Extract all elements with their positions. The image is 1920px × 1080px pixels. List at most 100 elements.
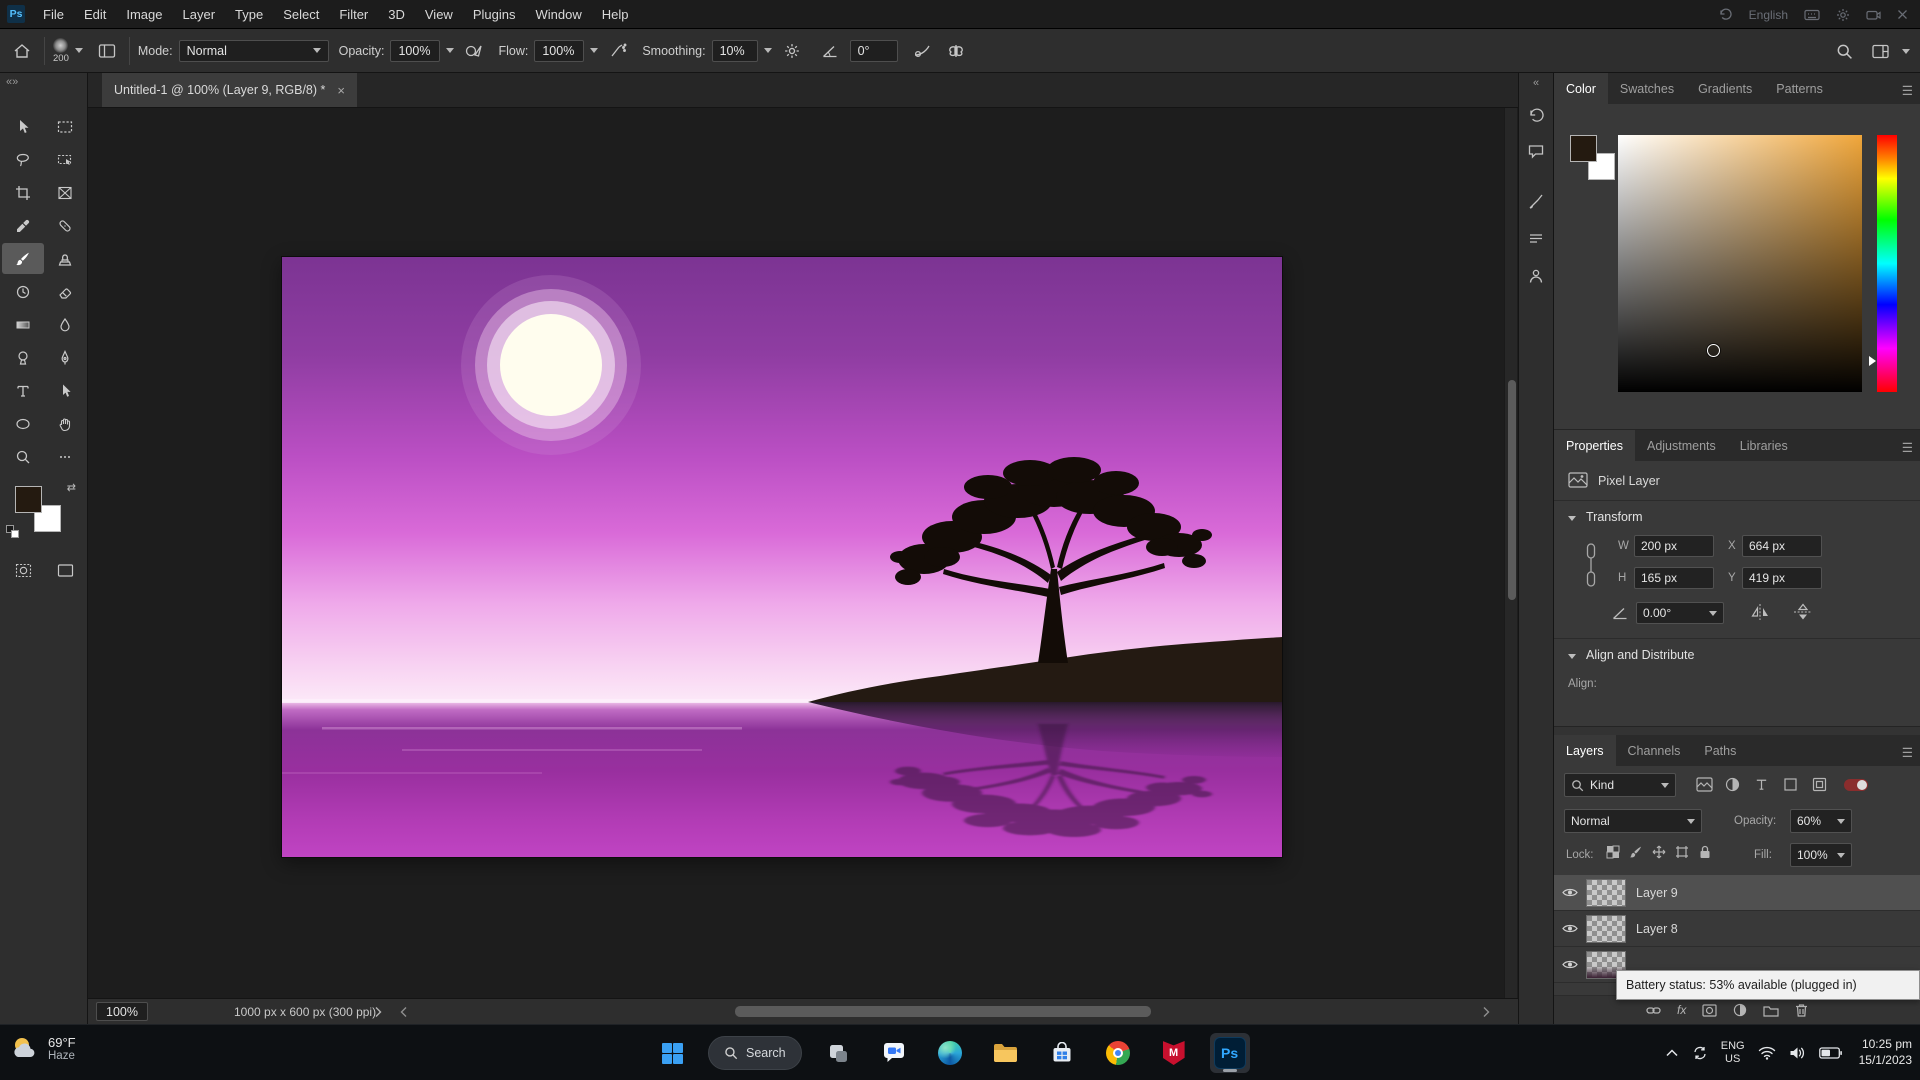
tool-lasso[interactable] — [2, 144, 44, 175]
tool-more-options[interactable] — [44, 441, 86, 472]
brush-panel-icon[interactable] — [1523, 225, 1550, 252]
tab-swatches[interactable]: Swatches — [1608, 73, 1686, 104]
zoom-level-input[interactable]: 100% — [96, 1002, 148, 1021]
tool-dodge[interactable] — [2, 342, 44, 373]
lock-image-pixels-icon[interactable] — [1629, 845, 1643, 859]
x-input[interactable]: 664 px — [1742, 535, 1822, 557]
layer-filter-kind-select[interactable]: Kind — [1564, 773, 1676, 797]
tab-paths[interactable]: Paths — [1692, 735, 1748, 766]
scroll-left-icon[interactable] — [400, 1006, 408, 1018]
layer-name[interactable]: Layer 8 — [1636, 922, 1678, 936]
visibility-eye-icon[interactable] — [1562, 959, 1578, 970]
y-input[interactable]: 419 px — [1742, 567, 1822, 589]
tool-shape[interactable] — [2, 408, 44, 439]
camera-icon[interactable] — [1866, 9, 1881, 21]
canvas-area[interactable] — [88, 108, 1518, 998]
chevron-down-icon[interactable] — [1902, 49, 1910, 54]
opacity-input[interactable]: 100% — [390, 40, 440, 62]
tool-history-brush[interactable] — [2, 276, 44, 307]
history-panel-icon[interactable] — [1523, 100, 1550, 127]
filter-smart-objects-icon[interactable] — [1812, 777, 1827, 792]
sync-update-icon[interactable] — [1692, 1045, 1708, 1061]
visibility-eye-icon[interactable] — [1562, 887, 1578, 898]
volume-icon[interactable] — [1789, 1046, 1806, 1060]
smoothing-options-gear-icon[interactable] — [778, 37, 806, 65]
panel-menu-icon[interactable]: ☰ — [1902, 83, 1913, 98]
width-input[interactable]: 200 px — [1634, 535, 1714, 557]
quick-mask-mode-button[interactable] — [2, 555, 44, 586]
chevron-down-icon[interactable] — [446, 48, 454, 53]
lock-all-icon[interactable] — [1698, 845, 1712, 859]
file-explorer-button[interactable] — [986, 1033, 1026, 1073]
screen-mode-button[interactable] — [44, 555, 86, 586]
pressure-size-icon[interactable] — [908, 37, 936, 65]
home-icon[interactable] — [8, 37, 36, 65]
tool-zoom[interactable] — [2, 441, 44, 472]
lock-position-icon[interactable] — [1652, 845, 1666, 859]
layer-thumbnail[interactable] — [1586, 915, 1626, 943]
microsoft-store-button[interactable] — [1042, 1033, 1082, 1073]
document-tab[interactable]: Untitled-1 @ 100% (Layer 9, RGB/8) * × — [102, 73, 357, 107]
horizontal-scrollbar-thumb[interactable] — [735, 1006, 1151, 1017]
chrome-browser-button[interactable] — [1098, 1033, 1138, 1073]
tool-frame[interactable] — [44, 177, 86, 208]
default-colors-icon[interactable] — [6, 525, 20, 539]
menu-select[interactable]: Select — [273, 0, 329, 29]
saturation-brightness-field[interactable] — [1618, 135, 1862, 392]
tab-patterns[interactable]: Patterns — [1764, 73, 1835, 104]
language-tray-indicator[interactable]: ENG US — [1721, 1040, 1745, 1065]
mcafee-button[interactable]: M — [1154, 1033, 1194, 1073]
search-icon[interactable] — [1830, 37, 1858, 65]
tab-gradients[interactable]: Gradients — [1686, 73, 1764, 104]
tool-type[interactable] — [2, 375, 44, 406]
panel-menu-icon[interactable]: ☰ — [1902, 745, 1913, 760]
photoshop-app-button[interactable]: Ps — [1210, 1033, 1250, 1073]
menu-plugins[interactable]: Plugins — [463, 0, 526, 29]
tool-pen[interactable] — [44, 342, 86, 373]
visibility-eye-icon[interactable] — [1562, 923, 1578, 934]
menu-file[interactable]: File — [33, 0, 74, 29]
filter-shape-layers-icon[interactable] — [1783, 777, 1798, 792]
menu-image[interactable]: Image — [116, 0, 172, 29]
new-group-icon[interactable] — [1763, 1004, 1779, 1017]
tab-layers[interactable]: Layers — [1554, 735, 1616, 766]
height-input[interactable]: 165 px — [1634, 567, 1714, 589]
layer-filter-toggle[interactable] — [1844, 779, 1868, 791]
hue-slider-marker-icon[interactable] — [1869, 356, 1876, 366]
layer-fill-input[interactable]: 100% — [1790, 843, 1852, 867]
swap-colors-icon[interactable]: ⇄ — [67, 481, 76, 494]
layer-thumbnail[interactable] — [1586, 879, 1626, 907]
status-options-chevron-icon[interactable] — [374, 1006, 382, 1018]
vertical-scrollbar[interactable] — [1504, 108, 1517, 998]
comments-panel-icon[interactable] — [1523, 137, 1550, 164]
flip-vertical-icon[interactable] — [1792, 602, 1814, 622]
language-indicator[interactable]: English — [1749, 8, 1788, 22]
menu-layer[interactable]: Layer — [173, 0, 226, 29]
tool-brush[interactable] — [2, 243, 44, 274]
collapse-toolbar-icon[interactable]: «» — [6, 76, 18, 88]
canvas-document[interactable] — [282, 257, 1282, 857]
tool-clone-stamp[interactable] — [44, 243, 86, 274]
tool-eraser[interactable] — [44, 276, 86, 307]
menu-filter[interactable]: Filter — [329, 0, 378, 29]
tool-object-selection[interactable] — [44, 144, 86, 175]
collapse-transform-icon[interactable] — [1568, 516, 1576, 521]
lock-transparent-pixels-icon[interactable] — [1606, 845, 1620, 859]
tool-eyedropper[interactable] — [2, 210, 44, 241]
filter-pixel-layers-icon[interactable] — [1696, 777, 1713, 792]
lock-artboard-icon[interactable] — [1675, 845, 1689, 859]
clone-source-panel-icon[interactable] — [1523, 262, 1550, 289]
scroll-right-icon[interactable] — [1482, 1006, 1490, 1018]
tab-channels[interactable]: Channels — [1616, 735, 1693, 766]
taskbar-clock[interactable]: 10:25 pm 15/1/2023 — [1859, 1037, 1912, 1068]
link-dimensions-icon[interactable] — [1584, 542, 1598, 588]
tab-color[interactable]: Color — [1554, 73, 1608, 104]
taskbar-weather-widget[interactable]: 69°F Haze — [10, 1033, 76, 1063]
start-button[interactable] — [652, 1033, 692, 1073]
color-cursor[interactable] — [1707, 344, 1720, 357]
collapse-align-icon[interactable] — [1568, 654, 1576, 659]
tool-move[interactable] — [2, 111, 44, 142]
airbrush-icon[interactable] — [604, 37, 632, 65]
layer-row-layer9[interactable]: Layer 9 — [1554, 875, 1920, 911]
foreground-color-swatch[interactable] — [15, 486, 42, 513]
